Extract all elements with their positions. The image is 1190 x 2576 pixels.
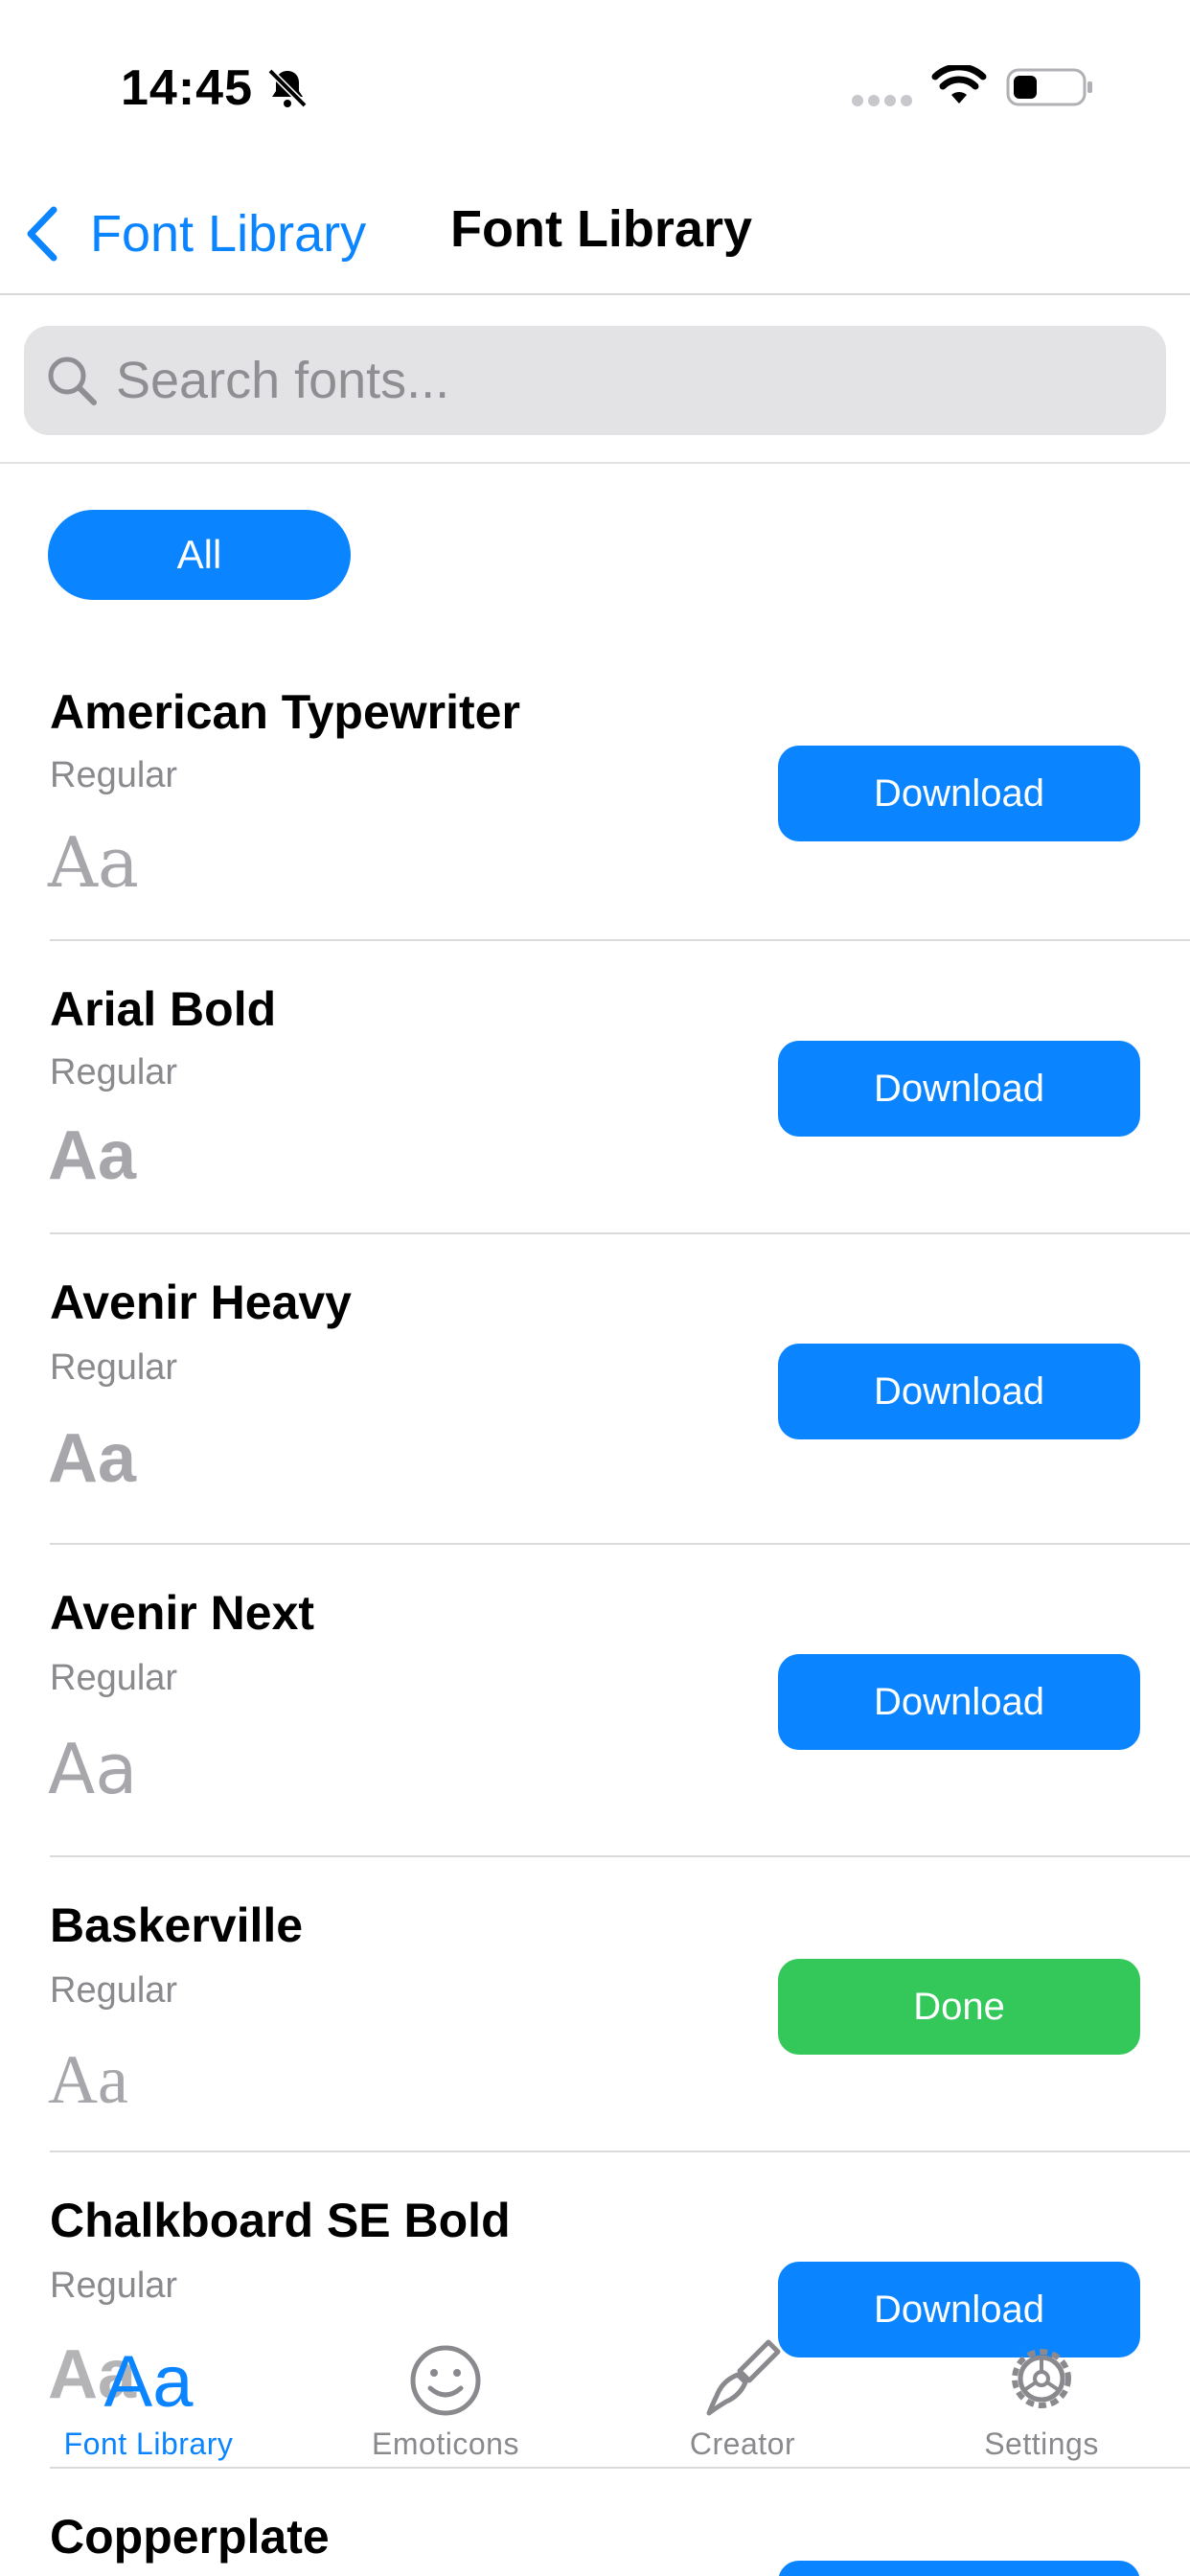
tab-label: Creator — [689, 2426, 796, 2461]
back-button[interactable]: Font Library — [23, 197, 366, 270]
download-button[interactable]: Download — [778, 746, 1140, 841]
font-row: Arial Bold Regular Aa Download — [0, 941, 1190, 1234]
font-name: Baskerville — [50, 1898, 304, 1952]
download-button[interactable]: Download — [778, 1654, 1140, 1750]
navigation-bar: Font Library Font Library — [0, 172, 1190, 295]
tab-label: Settings — [984, 2426, 1099, 2461]
chevron-left-icon — [27, 206, 57, 262]
font-name: Copperplate — [50, 2510, 330, 2564]
font-style: Regular — [50, 755, 178, 795]
font-name: Chalkboard SE Bold — [50, 2194, 511, 2247]
font-preview: Aa — [48, 2041, 128, 2118]
download-button[interactable] — [778, 2561, 1140, 2576]
smiley-icon — [410, 2345, 481, 2416]
search-input[interactable] — [116, 351, 1122, 410]
font-style: Regular — [50, 1658, 178, 1698]
gear-icon — [1012, 2349, 1071, 2408]
download-button[interactable]: Download — [778, 1041, 1140, 1137]
battery-icon — [1006, 68, 1092, 106]
font-name: Avenir Next — [50, 1586, 315, 1640]
font-name: Arial Bold — [50, 982, 277, 1036]
font-preview: Aa — [48, 1420, 137, 1497]
font-style: Regular — [50, 1347, 178, 1388]
tab-settings[interactable]: Settings — [893, 2319, 1190, 2469]
done-button[interactable]: Done — [778, 1959, 1140, 2055]
tab-font-library[interactable]: Aa Font Library — [0, 2319, 297, 2469]
back-button-label: Font Library — [90, 205, 367, 263]
search-section — [0, 297, 1190, 464]
font-preview: Aa — [48, 1729, 138, 1809]
wifi-icon — [931, 65, 987, 104]
tab-creator[interactable]: Creator — [594, 2319, 891, 2469]
font-style: Regular — [50, 1970, 178, 2011]
font-preview: Aa — [48, 822, 139, 903]
font-style: Regular — [50, 1052, 178, 1092]
font-name: American Typewriter — [50, 685, 520, 739]
font-row: Baskerville Regular Aa Done — [0, 1857, 1190, 2152]
tab-label: Font Library — [63, 2426, 234, 2461]
download-button[interactable]: Download — [778, 1344, 1140, 1439]
font-row: American Typewriter Regular Aa Download — [0, 644, 1190, 941]
cellular-signal-icon — [852, 95, 912, 106]
tab-emoticons[interactable]: Emoticons — [297, 2319, 594, 2469]
paintbrush-icon — [706, 2339, 781, 2416]
font-preview: Aa — [48, 1117, 137, 1194]
font-row: Avenir Heavy Regular Aa Download — [0, 1234, 1190, 1545]
font-row: Copperplate — [0, 2469, 1190, 2576]
bell-slash-icon — [267, 68, 308, 108]
tab-bar: Aa Font Library Emoticons Creator Settin… — [0, 2319, 1190, 2469]
filter-chip-all[interactable]: All — [48, 510, 351, 600]
font-style: Regular — [50, 2266, 178, 2306]
search-icon — [48, 356, 97, 405]
tab-label: Emoticons — [372, 2426, 519, 2461]
aa-icon: Aa — [103, 2341, 194, 2423]
font-row: Avenir Next Regular Aa Download — [0, 1545, 1190, 1857]
status-bar: 14:45 — [0, 0, 1190, 172]
page-title: Font Library — [450, 200, 753, 258]
font-name: Avenir Heavy — [50, 1276, 352, 1329]
search-field[interactable] — [24, 326, 1166, 435]
status-time: 14:45 — [121, 60, 253, 116]
